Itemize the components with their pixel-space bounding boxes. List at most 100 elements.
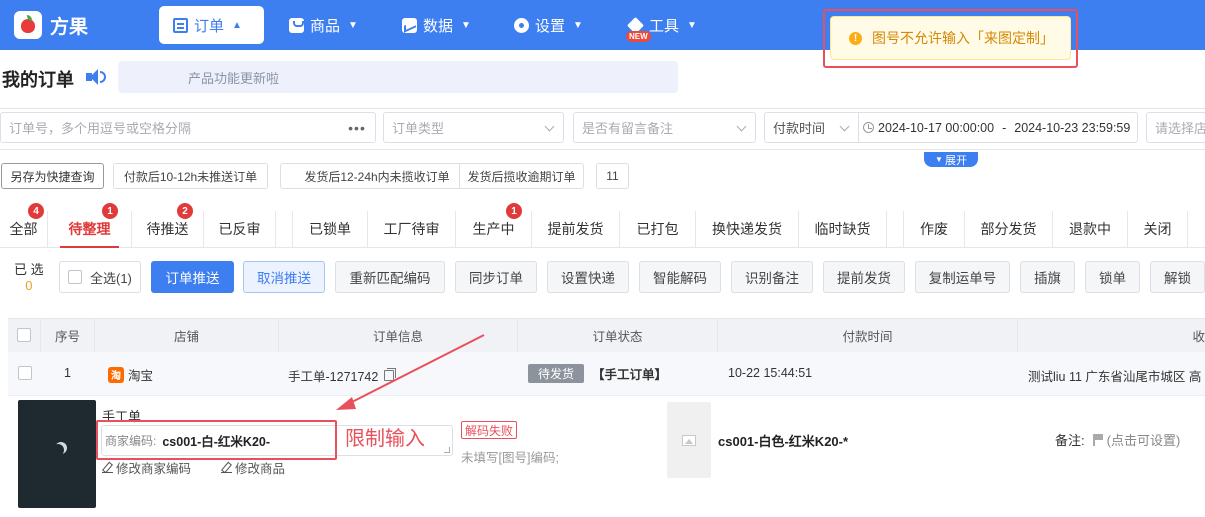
nav-settings[interactable]: 设置 ▼ (500, 6, 597, 44)
header-index: 序号 (41, 318, 95, 352)
nav-tools-label: 工具 (649, 17, 680, 35)
push-order-button[interactable]: 订单推送 (151, 261, 234, 293)
caret-down-icon: ▼ (348, 19, 358, 31)
tab-change-courier[interactable]: 换快递发货 (696, 211, 799, 247)
tab-locked[interactable]: 已锁单 (292, 211, 368, 247)
more-button[interactable]: ••• (339, 112, 376, 143)
header-pay-time: 付款时间 (718, 318, 1018, 352)
smart-decode-button[interactable]: 智能解码 (639, 261, 721, 293)
quick-query-11[interactable]: 11 (596, 163, 629, 189)
tab-factory-review[interactable]: 工厂待审 (368, 211, 456, 247)
tab-to-organize[interactable]: 待整理 1 (48, 203, 132, 248)
quick-query-overdue[interactable]: 发货后揽收逾期订单 (459, 163, 584, 189)
tab-label: 换快递发货 (712, 221, 782, 237)
tab-label: 临时缺货 (814, 221, 871, 237)
status-badge: 待发货 (528, 364, 585, 383)
nav-settings-label: 设置 (535, 17, 566, 35)
tab-partial-ship[interactable]: 部分发货 (965, 211, 1053, 247)
apple-logo-icon (14, 11, 42, 39)
resize-handle-icon[interactable] (444, 447, 450, 453)
cancel-push-button[interactable]: 取消推送 (243, 261, 325, 293)
select-all-label: 全选(1) (90, 270, 132, 286)
triangle-down-icon: ▼ (935, 155, 943, 164)
count-badge: 4 (28, 203, 44, 219)
tab-early-ship[interactable]: 提前发货 (532, 211, 620, 247)
sku-image-placeholder (667, 402, 711, 478)
announcement-bar[interactable]: 产品功能更新啦 (118, 61, 678, 93)
rematch-code-button[interactable]: 重新匹配编码 (335, 261, 445, 293)
quick-query-uncollected[interactable]: 发货后12-24h内未揽收订单 (280, 163, 474, 189)
sync-order-button[interactable]: 同步订单 (455, 261, 537, 293)
date-range-picker[interactable]: 2024-10-17 00:00:00 - 2024-10-23 23:59:5… (858, 112, 1138, 143)
header-shop: 店铺 (95, 318, 279, 352)
early-ship-button[interactable]: 提前发货 (823, 261, 905, 293)
edit-code-label: 修改商家编码 (116, 462, 192, 476)
tab-closed[interactable]: 关闭 (1128, 211, 1188, 247)
row-checkbox[interactable] (18, 366, 32, 380)
product-thumbnail[interactable] (18, 400, 96, 508)
nav-goods-label: 商品 (310, 17, 341, 35)
tab-out-of-stock[interactable]: 临时缺货 (799, 211, 887, 247)
caret-up-icon: ▲ (232, 19, 242, 31)
set-courier-button[interactable]: 设置快递 (547, 261, 629, 293)
header-select-all[interactable] (8, 318, 41, 352)
app-logo[interactable]: 方果 (14, 11, 88, 39)
tab-all[interactable]: 全部 4 (0, 203, 48, 247)
tab-voided[interactable]: 作废 (903, 211, 965, 247)
tab-refunding[interactable]: 退款中 (1053, 211, 1128, 247)
edit-goods-link[interactable]: 修改商品 (221, 458, 285, 477)
flag-icon (1092, 433, 1103, 446)
order-type-select[interactable]: 订单类型 (383, 112, 564, 143)
recognize-remark-button[interactable]: 识别备注 (731, 261, 813, 293)
tab-label: 已锁单 (309, 221, 351, 237)
remark-field[interactable]: 备注: (点击可设置) (1055, 430, 1180, 449)
nav-goods[interactable]: 商品 ▼ (275, 6, 372, 44)
decode-failed-badge: 解码失败 (461, 421, 518, 439)
tab-in-production[interactable]: 生产中 1 (456, 203, 532, 247)
select-all-checkbox[interactable]: 全选(1) (59, 261, 141, 293)
copy-icon[interactable] (384, 368, 397, 381)
nav-orders[interactable]: 订单 ▲ (159, 6, 264, 44)
expand-filters-button[interactable]: ▼ 展开 (924, 152, 978, 167)
remark-set-link[interactable]: (点击可设置) (1107, 430, 1181, 449)
tab-label: 待推送 (146, 221, 189, 237)
tab-reversed[interactable]: 已反审 (204, 211, 276, 247)
annotation-text: 限制输入 (345, 428, 425, 450)
tab-label: 关闭 (1143, 221, 1172, 237)
tab-label: 全部 (9, 221, 38, 237)
checkbox-icon (17, 328, 31, 342)
insert-flag-button[interactable]: 插旗 (1020, 261, 1075, 293)
tab-to-push[interactable]: 待推送 2 (132, 203, 204, 247)
chart-icon (402, 17, 417, 33)
edit-goods-label: 修改商品 (235, 462, 286, 476)
header-order-status: 订单状态 (518, 318, 718, 352)
tab-label: 工厂待审 (383, 221, 440, 237)
tab-label: 已反审 (218, 221, 261, 237)
edit-merchant-code-link[interactable]: 修改商家编码 (102, 458, 191, 477)
page-title: 我的订单 (2, 70, 74, 90)
header-order-info: 订单信息 (279, 318, 518, 352)
gear-icon (514, 17, 529, 33)
tabs-divider (0, 247, 1205, 248)
row-order-info: 手工单-1271742 (288, 366, 397, 385)
clipboard-icon (173, 17, 188, 33)
unlock-order-button[interactable]: 解锁 (1150, 261, 1205, 293)
nav-data[interactable]: 数据 ▼ (388, 6, 485, 44)
count-badge: 1 (506, 203, 522, 219)
row-pay-time: 10-22 15:44:51 (728, 366, 813, 380)
tab-packed[interactable]: 已打包 (620, 211, 696, 247)
tab-label: 已打包 (636, 221, 679, 237)
lock-order-button[interactable]: 锁单 (1085, 261, 1140, 293)
quick-query-unpushed[interactable]: 付款后10-12h未推送订单 (113, 163, 268, 189)
shop-select[interactable]: 请选择店铺 (1146, 112, 1205, 143)
row-index: 1 (64, 366, 71, 380)
order-number-input[interactable]: 订单号，多个用逗号或空格分隔 (0, 112, 340, 143)
copy-tracking-button[interactable]: 复制运单号 (915, 261, 1010, 293)
save-quick-query-button[interactable]: 另存为快捷查询 (1, 163, 104, 189)
speaker-icon (86, 68, 108, 86)
toast-highlight-box (823, 9, 1078, 68)
order-type-tag: 【手工订单】 (592, 368, 668, 382)
remark-select[interactable]: 是否有留言备注 (573, 112, 756, 143)
checkbox-icon (18, 366, 32, 380)
time-type-select[interactable]: 付款时间 (764, 112, 859, 143)
